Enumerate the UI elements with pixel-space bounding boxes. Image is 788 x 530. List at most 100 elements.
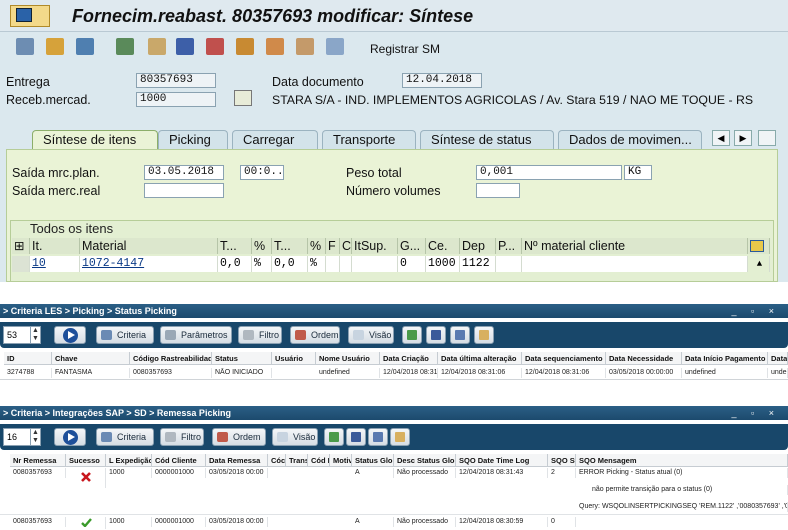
package-icon[interactable]: [236, 38, 254, 55]
col-header[interactable]: Data: [768, 352, 788, 365]
grid-cell[interactable]: 0000001000: [152, 517, 206, 527]
partner-icon[interactable]: [148, 38, 166, 55]
col-header[interactable]: Trans: [286, 454, 308, 467]
col-header[interactable]: Chave: [52, 352, 130, 365]
grid-cell[interactable]: unde: [768, 368, 788, 378]
item-number-link[interactable]: 10: [30, 256, 80, 272]
grid-cell[interactable]: 12/04/2018 08:31:43: [456, 468, 548, 478]
visao-button[interactable]: Visão: [272, 428, 318, 446]
grid-cell[interactable]: 12/04/2018 08:30:59: [456, 517, 548, 527]
col-header[interactable]: Código Rastreabilidade: [130, 352, 212, 365]
col-header[interactable]: Cód M: [308, 454, 330, 467]
record-count-stepper[interactable]: 16 ▲ ▼: [3, 428, 41, 446]
grid-icon[interactable]: [326, 38, 344, 55]
grid-cell[interactable]: [66, 468, 106, 488]
col-header[interactable]: Nome Usuário: [316, 352, 380, 365]
col-header-pct2[interactable]: %: [308, 238, 326, 254]
grid-cell[interactable]: 3274788: [4, 368, 52, 378]
run-button[interactable]: [54, 428, 86, 446]
col-header[interactable]: Data Necessidade: [606, 352, 682, 365]
cell-deposito[interactable]: 1122: [460, 256, 496, 272]
tab-sintese-itens[interactable]: Síntese de itens: [32, 130, 158, 149]
grid-cell[interactable]: Não processado: [394, 517, 456, 527]
col-header[interactable]: Cód Cliente: [152, 454, 206, 467]
num-volumes-field[interactable]: [476, 183, 520, 198]
col-header-itsup[interactable]: ItSup.: [352, 238, 398, 254]
col-header[interactable]: Data Início Pagamento: [682, 352, 768, 365]
document-icon[interactable]: [116, 38, 134, 55]
output-icon[interactable]: [266, 38, 284, 55]
function-button[interactable]: [474, 326, 494, 344]
create-icon[interactable]: [46, 38, 64, 55]
col-header-g[interactable]: G...: [398, 238, 426, 254]
grid-cell[interactable]: 12/04/2018 08:31:06: [438, 368, 522, 378]
window-controls-icon[interactable]: _ ▫ ×: [732, 406, 780, 420]
tab-scroll-right-icon[interactable]: ▶: [734, 130, 752, 146]
ordem-button[interactable]: Ordem: [212, 428, 266, 446]
col-header-p[interactable]: P...: [496, 238, 522, 254]
cell-itsup[interactable]: [352, 256, 398, 272]
tab-transporte[interactable]: Transporte: [322, 130, 416, 149]
grid-cell[interactable]: undefined: [682, 368, 768, 378]
scroll-up-icon[interactable]: ▲: [748, 256, 770, 272]
tab-picking[interactable]: Picking: [158, 130, 228, 149]
grid-cell[interactable]: A: [352, 517, 394, 527]
visao-button[interactable]: Visão: [348, 326, 394, 344]
criteria-button[interactable]: Criteria: [96, 326, 154, 344]
cell-t2[interactable]: 0,0: [272, 256, 308, 272]
saida-plan-date-field[interactable]: 03.05.2018: [144, 165, 224, 180]
grid-cell[interactable]: FANTASMA: [52, 368, 130, 378]
material-link[interactable]: 1072-4147: [80, 256, 218, 272]
filtro-button[interactable]: Filtro: [160, 428, 204, 446]
col-header-item[interactable]: It.: [30, 238, 80, 254]
saida-real-field[interactable]: [144, 183, 224, 198]
register-sm-button[interactable]: Registrar SM: [370, 42, 440, 56]
grid-cell[interactable]: NÃO INICIADO: [212, 368, 272, 378]
grid-cell[interactable]: 0080357693: [10, 468, 66, 478]
peso-total-field[interactable]: 0,001: [476, 165, 622, 180]
peso-unit-field[interactable]: KG: [624, 165, 652, 180]
code-button[interactable]: [450, 326, 470, 344]
col-header[interactable]: Cóc: [268, 454, 286, 467]
grid-cell[interactable]: 2: [548, 468, 576, 478]
col-header[interactable]: Nr Remessa: [10, 454, 66, 467]
cell-t1[interactable]: 0,0: [218, 256, 252, 272]
grid-cell[interactable]: Query: WSQOLINSERTPICKINGSEQ 'REM.1122' …: [576, 502, 788, 512]
col-header[interactable]: Data última alteração: [438, 352, 522, 365]
warehouse-icon[interactable]: [296, 38, 314, 55]
tab-scroll-left-icon[interactable]: ◀: [712, 130, 730, 146]
code-button[interactable]: [368, 428, 388, 446]
grid-cell[interactable]: 03/05/2018 00:00:00: [606, 368, 682, 378]
col-header[interactable]: SQO Mensagem: [576, 454, 788, 467]
export-excel-button[interactable]: [402, 326, 422, 344]
toggle-display-change-icon[interactable]: [16, 38, 34, 55]
cell-centro[interactable]: 1000: [426, 256, 460, 272]
save-button[interactable]: [426, 326, 446, 344]
address-detail-icon[interactable]: [234, 90, 252, 106]
data-documento-field[interactable]: 12.04.2018: [402, 73, 482, 88]
column-layout-icon[interactable]: [748, 238, 770, 254]
col-header-material-cliente[interactable]: Nº material cliente: [522, 238, 748, 254]
texts-icon[interactable]: [206, 38, 224, 55]
receb-field[interactable]: 1000: [136, 92, 216, 107]
grid-cell[interactable]: 0000001000: [152, 468, 206, 478]
export-excel-button[interactable]: [324, 428, 344, 446]
tab-carregar[interactable]: Carregar: [232, 130, 318, 149]
col-header[interactable]: Data Criação: [380, 352, 438, 365]
ordem-button[interactable]: Ordem: [290, 326, 340, 344]
col-header[interactable]: SQO Date Time Log: [456, 454, 548, 467]
grid-cell[interactable]: [66, 517, 106, 529]
saida-plan-time-field[interactable]: 00:0..: [240, 165, 284, 180]
tab-list-icon[interactable]: [758, 130, 776, 146]
col-header[interactable]: Sucesso: [66, 454, 106, 467]
save-button[interactable]: [346, 428, 366, 446]
col-header[interactable]: Desc Status Glob: [394, 454, 456, 467]
col-header[interactable]: Status Glob: [352, 454, 394, 467]
grid-cell[interactable]: não permite transição para o status (0): [576, 485, 788, 495]
cell-p[interactable]: [496, 256, 522, 272]
window-controls-icon[interactable]: _ ▫ ×: [732, 304, 780, 318]
grid-cell[interactable]: 0080357693: [10, 517, 66, 527]
cell-g[interactable]: 0: [398, 256, 426, 272]
col-header-centro[interactable]: Ce.: [426, 238, 460, 254]
tab-sintese-status[interactable]: Síntese de status: [420, 130, 554, 149]
